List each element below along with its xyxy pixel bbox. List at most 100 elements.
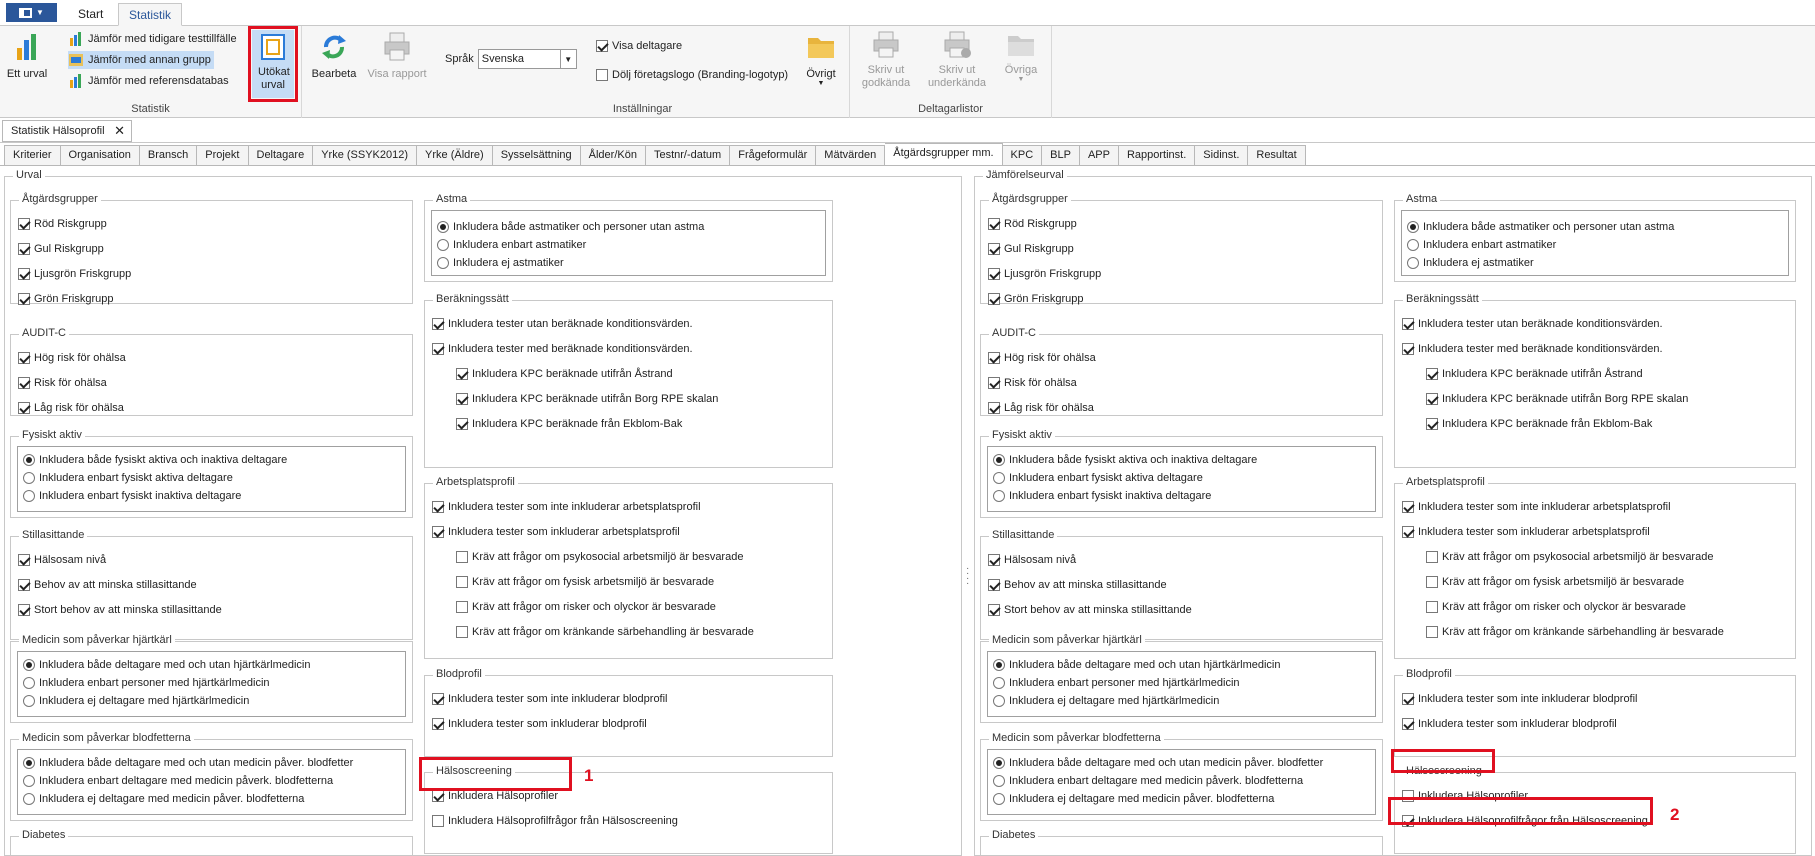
sub-tab-13[interactable]: KPC xyxy=(1002,145,1043,166)
sub-tab-5[interactable]: Yrke (SSYK2012) xyxy=(313,145,418,166)
ett-urval-button[interactable]: Ett urval xyxy=(4,30,50,80)
checkbox-berakning-4[interactable]: Inkludera KPC beräknade från Ekblom-Bak xyxy=(456,416,682,432)
checkbox-audit-2[interactable]: Låg risk för ohälsa xyxy=(18,400,124,416)
checkbox-arbetsplats-5[interactable]: Kräv att frågor om kränkande särbehandli… xyxy=(1426,624,1724,640)
ovriga-button[interactable]: Övriga ▼ xyxy=(996,30,1046,83)
checkbox-arbetsplats-0[interactable]: Inkludera tester som inte inkluderar arb… xyxy=(432,499,701,515)
radio-fysiskt-0[interactable]: Inkludera både fysiskt aktiva och inakti… xyxy=(23,452,287,468)
sub-tab-11[interactable]: Mätvärden xyxy=(816,145,886,166)
checkbox-arbetsplats-4[interactable]: Kräv att frågor om risker och olyckor är… xyxy=(456,599,716,615)
radio-astma-0[interactable]: Inkludera både astmatiker och personer u… xyxy=(437,219,704,235)
sub-tab-2[interactable]: Bransch xyxy=(139,145,198,166)
checkbox-audit-2[interactable]: Låg risk för ohälsa xyxy=(988,400,1094,416)
sub-tab-1[interactable]: Organisation xyxy=(60,145,140,166)
jamfor-annan-grupp-button[interactable]: Jämför med annan grupp xyxy=(68,51,214,69)
checkbox-atgardsgrupper-3[interactable]: Grön Friskgrupp xyxy=(988,291,1083,307)
checkbox-blodprofil-0[interactable]: Inkludera tester som inte inkluderar blo… xyxy=(432,691,668,707)
sub-tab-18[interactable]: Resultat xyxy=(1248,145,1306,166)
radio-hjartkarl-2[interactable]: Inkludera ej deltagare med hjärtkärlmedi… xyxy=(993,693,1219,709)
radio-hjartkarl-1[interactable]: Inkludera enbart personer med hjärtkärlm… xyxy=(993,675,1240,691)
radio-hjartkarl-0[interactable]: Inkludera både deltagare med och utan hj… xyxy=(23,657,311,673)
checkbox-atgardsgrupper-1[interactable]: Gul Riskgrupp xyxy=(988,241,1074,257)
document-tab-statistik-halsoprofil[interactable]: Statistik Hälsoprofil ✕ xyxy=(2,120,132,142)
checkbox-arbetsplats-3[interactable]: Kräv att frågor om fysisk arbetsmiljö är… xyxy=(1426,574,1684,590)
checkbox-arbetsplats-1[interactable]: Inkludera tester som inkluderar arbetspl… xyxy=(1402,524,1650,540)
ribbon-tab-statistik[interactable]: Statistik xyxy=(118,3,183,26)
checkbox-arbetsplats-4[interactable]: Kräv att frågor om risker och olyckor är… xyxy=(1426,599,1686,615)
radio-astma-0[interactable]: Inkludera både astmatiker och personer u… xyxy=(1407,219,1674,235)
radio-blodfetterna-2[interactable]: Inkludera ej deltagare med medicin påver… xyxy=(993,791,1274,807)
radio-astma-1[interactable]: Inkludera enbart astmatiker xyxy=(1407,237,1556,253)
sub-tab-8[interactable]: Ålder/Kön xyxy=(580,145,646,166)
checkbox-berakning-0[interactable]: Inkludera tester utan beräknade konditio… xyxy=(1402,316,1663,332)
checkbox-atgardsgrupper-3[interactable]: Grön Friskgrupp xyxy=(18,291,113,307)
checkbox-atgardsgrupper-2[interactable]: Ljusgrön Friskgrupp xyxy=(18,266,131,282)
checkbox-arbetsplats-2[interactable]: Kräv att frågor om psykosocial arbetsmil… xyxy=(1426,549,1713,565)
checkbox-stillasittande-0[interactable]: Hälsosam nivå xyxy=(18,552,106,568)
jamfor-referens-button[interactable]: Jämför med referensdatabas xyxy=(68,72,229,90)
checkbox-blodprofil-1[interactable]: Inkludera tester som inkluderar blodprof… xyxy=(1402,716,1617,732)
sub-tab-12[interactable]: Åtgärdsgrupper mm. xyxy=(885,143,1003,166)
visa-deltagare-checkbox[interactable]: Visa deltagare xyxy=(596,37,682,55)
radio-fysiskt-2[interactable]: Inkludera enbart fysiskt inaktiva deltag… xyxy=(23,488,241,504)
radio-astma-2[interactable]: Inkludera ej astmatiker xyxy=(437,255,564,271)
checkbox-berakning-2[interactable]: Inkludera KPC beräknade utifrån Åstrand xyxy=(456,366,673,382)
checkbox-arbetsplats-3[interactable]: Kräv att frågor om fysisk arbetsmiljö är… xyxy=(456,574,714,590)
checkbox-stillasittande-1[interactable]: Behov av att minska stillasittande xyxy=(18,577,197,593)
sub-tab-3[interactable]: Projekt xyxy=(197,145,249,166)
sub-tab-15[interactable]: APP xyxy=(1079,145,1119,166)
checkbox-berakning-3[interactable]: Inkludera KPC beräknade utifrån Borg RPE… xyxy=(1426,391,1688,407)
sub-tab-7[interactable]: Sysselsättning xyxy=(492,145,581,166)
sub-tab-6[interactable]: Yrke (Äldre) xyxy=(417,145,493,166)
dolj-logo-checkbox[interactable]: Dölj företagslogo (Branding-logotyp) xyxy=(596,66,788,84)
checkbox-audit-0[interactable]: Hög risk för ohälsa xyxy=(18,350,126,366)
checkbox-stillasittande-1[interactable]: Behov av att minska stillasittande xyxy=(988,577,1167,593)
checkbox-berakning-4[interactable]: Inkludera KPC beräknade från Ekblom-Bak xyxy=(1426,416,1652,432)
radio-astma-2[interactable]: Inkludera ej astmatiker xyxy=(1407,255,1534,271)
checkbox-arbetsplats-5[interactable]: Kräv att frågor om kränkande särbehandli… xyxy=(456,624,754,640)
checkbox-atgardsgrupper-0[interactable]: Röd Riskgrupp xyxy=(18,216,107,232)
checkbox-berakning-1[interactable]: Inkludera tester med beräknade kondition… xyxy=(432,341,693,357)
checkbox-stillasittande-0[interactable]: Hälsosam nivå xyxy=(988,552,1076,568)
ovrigt-button[interactable]: Övrigt ▼ xyxy=(798,30,844,87)
radio-blodfetterna-2[interactable]: Inkludera ej deltagare med medicin påver… xyxy=(23,791,304,807)
splitter-handle-icon[interactable]: · · · · xyxy=(966,564,969,589)
checkbox-audit-1[interactable]: Risk för ohälsa xyxy=(18,375,107,391)
radio-astma-1[interactable]: Inkludera enbart astmatiker xyxy=(437,237,586,253)
radio-blodfetterna-1[interactable]: Inkludera enbart deltagare med medicin p… xyxy=(993,773,1303,789)
radio-blodfetterna-1[interactable]: Inkludera enbart deltagare med medicin p… xyxy=(23,773,333,789)
radio-hjartkarl-2[interactable]: Inkludera ej deltagare med hjärtkärlmedi… xyxy=(23,693,249,709)
checkbox-atgardsgrupper-1[interactable]: Gul Riskgrupp xyxy=(18,241,104,257)
checkbox-berakning-3[interactable]: Inkludera KPC beräknade utifrån Borg RPE… xyxy=(456,391,718,407)
checkbox-berakning-0[interactable]: Inkludera tester utan beräknade konditio… xyxy=(432,316,693,332)
ribbon-tab-start[interactable]: Start xyxy=(68,3,113,26)
checkbox-stillasittande-2[interactable]: Stort behov av att minska stillasittande xyxy=(988,602,1192,618)
radio-fysiskt-2[interactable]: Inkludera enbart fysiskt inaktiva deltag… xyxy=(993,488,1211,504)
sub-tab-14[interactable]: BLP xyxy=(1042,145,1080,166)
checkbox-berakning-1[interactable]: Inkludera tester med beräknade kondition… xyxy=(1402,341,1663,357)
sub-tab-10[interactable]: Frågeformulär xyxy=(730,145,817,166)
checkbox-stillasittande-2[interactable]: Stort behov av att minska stillasittande xyxy=(18,602,222,618)
checkbox-audit-1[interactable]: Risk för ohälsa xyxy=(988,375,1077,391)
jamfor-tidigare-button[interactable]: Jämför med tidigare testtillfälle xyxy=(68,30,237,48)
radio-blodfetterna-0[interactable]: Inkludera både deltagare med och utan me… xyxy=(993,755,1323,771)
bearbeta-button[interactable]: Bearbeta xyxy=(306,30,362,80)
sub-tab-4[interactable]: Deltagare xyxy=(248,145,314,166)
radio-hjartkarl-0[interactable]: Inkludera både deltagare med och utan hj… xyxy=(993,657,1281,673)
checkbox-arbetsplats-1[interactable]: Inkludera tester som inkluderar arbetspl… xyxy=(432,524,680,540)
radio-hjartkarl-1[interactable]: Inkludera enbart personer med hjärtkärlm… xyxy=(23,675,270,691)
visa-rapport-button[interactable]: Visa rapport xyxy=(364,30,430,80)
sub-tab-17[interactable]: Sidinst. xyxy=(1195,145,1249,166)
sub-tab-0[interactable]: Kriterier xyxy=(4,145,61,166)
radio-fysiskt-1[interactable]: Inkludera enbart fysiskt aktiva deltagar… xyxy=(993,470,1203,486)
sub-tab-16[interactable]: Rapportinst. xyxy=(1118,145,1196,166)
checkbox-halsoscreening-1[interactable]: Inkludera Hälsoprofilfrågor från Hälsosc… xyxy=(432,813,678,829)
skriv-ut-godkanda-button[interactable]: Skriv ut godkända xyxy=(854,30,918,90)
close-icon[interactable]: ✕ xyxy=(114,121,125,141)
checkbox-arbetsplats-0[interactable]: Inkludera tester som inte inkluderar arb… xyxy=(1402,499,1671,515)
radio-fysiskt-0[interactable]: Inkludera både fysiskt aktiva och inakti… xyxy=(993,452,1257,468)
checkbox-blodprofil-0[interactable]: Inkludera tester som inte inkluderar blo… xyxy=(1402,691,1638,707)
checkbox-blodprofil-1[interactable]: Inkludera tester som inkluderar blodprof… xyxy=(432,716,647,732)
radio-fysiskt-1[interactable]: Inkludera enbart fysiskt aktiva deltagar… xyxy=(23,470,233,486)
checkbox-arbetsplats-2[interactable]: Kräv att frågor om psykosocial arbetsmil… xyxy=(456,549,743,565)
